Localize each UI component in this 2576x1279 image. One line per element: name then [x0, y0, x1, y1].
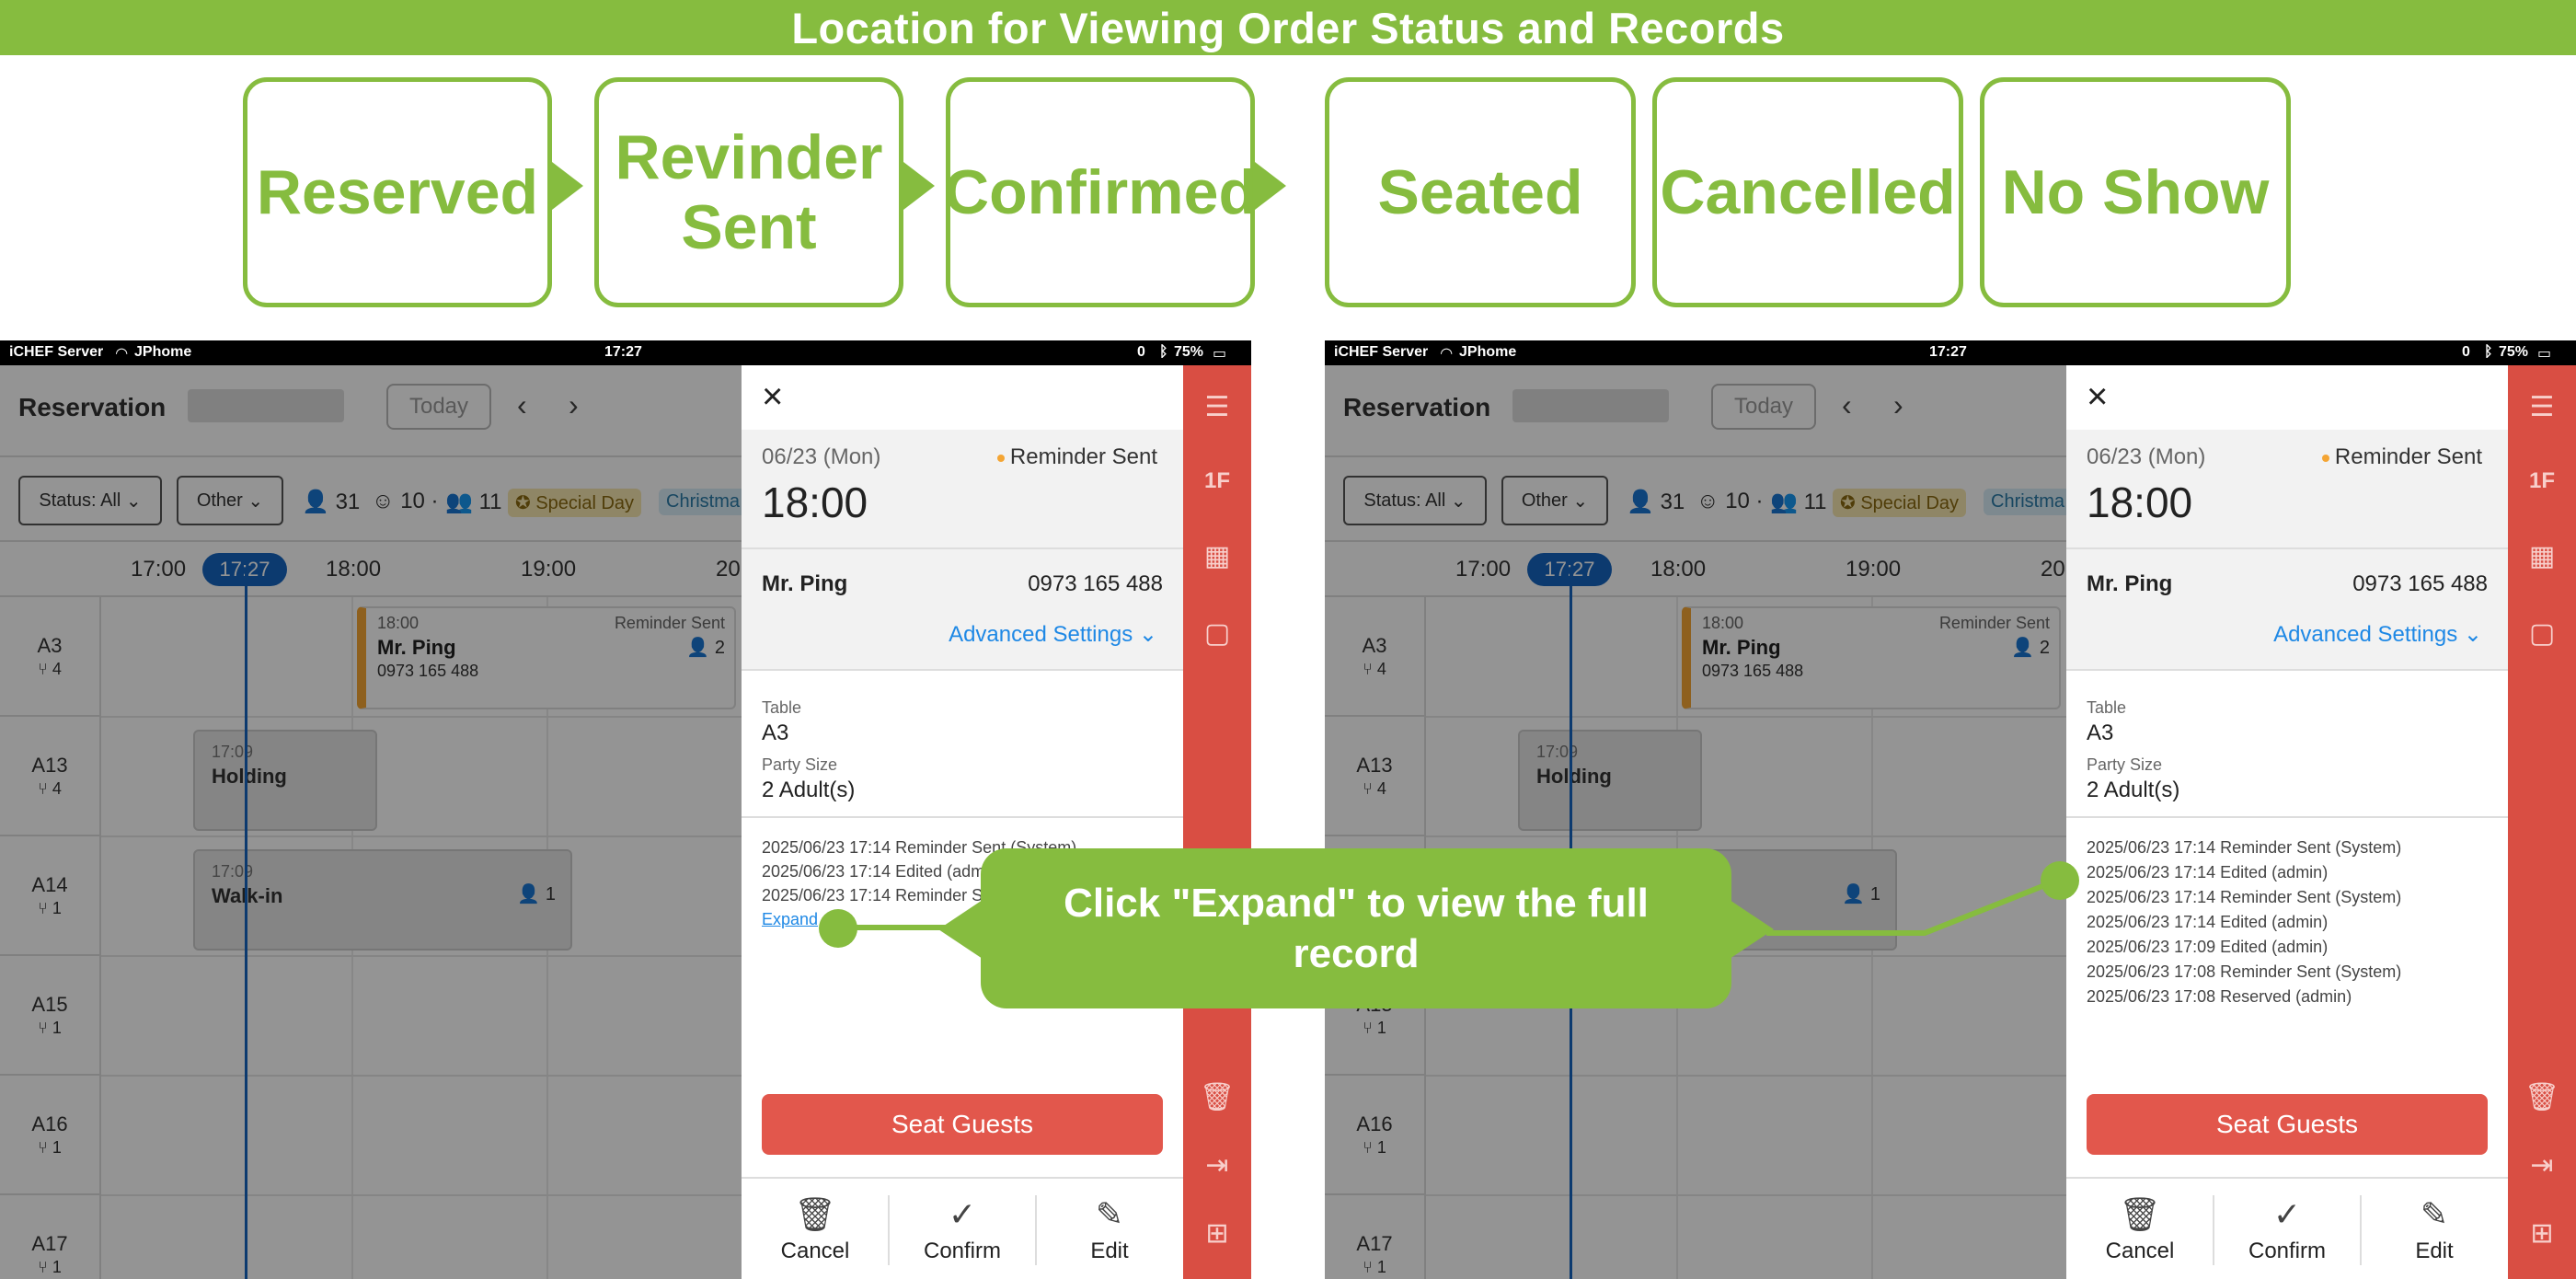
tutorial-figure: Location for Viewing Order Status and Re…	[0, 0, 2576, 1279]
connector-dot-left	[819, 909, 857, 948]
connector-dot-right	[2041, 861, 2079, 900]
callout-connectors	[837, 877, 2061, 936]
expand-callout: Click "Expand" to view the full record	[981, 848, 1731, 1008]
callout-pointer-right	[1730, 900, 1774, 959]
connector-line-right	[1766, 877, 2061, 936]
callout-pointer-left	[938, 900, 983, 959]
